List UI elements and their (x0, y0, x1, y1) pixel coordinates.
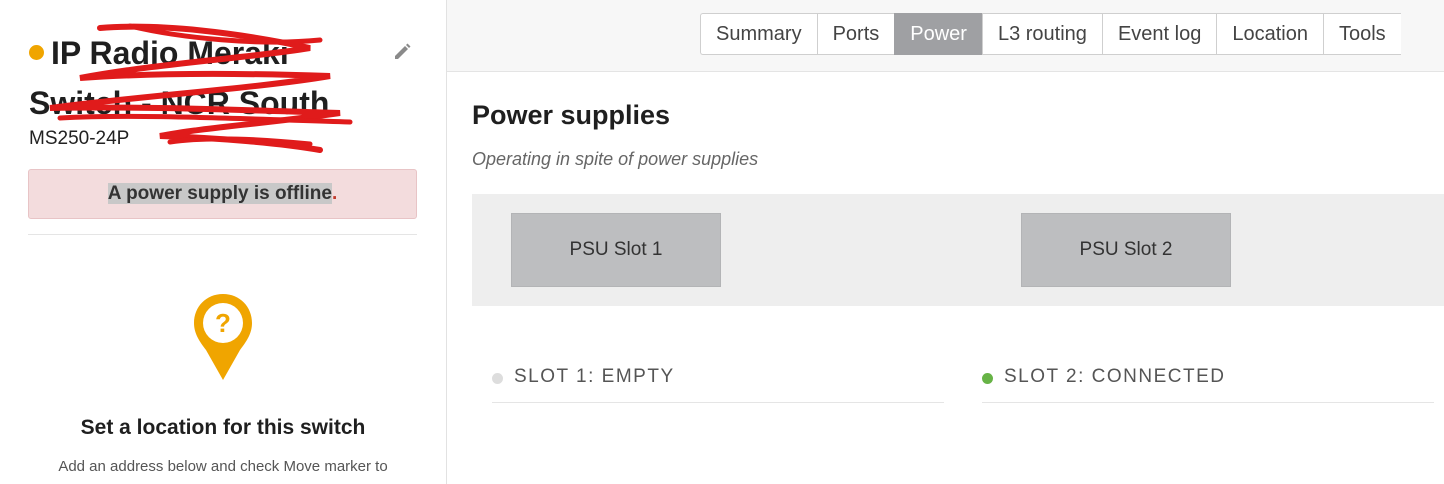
location-pin-icon: ? (194, 294, 252, 380)
device-model: MS250-24P (29, 128, 130, 149)
slot-1-dot (492, 373, 503, 384)
alert-message: A power supply is offline (107, 183, 332, 204)
tab-tools[interactable]: Tools (1322, 13, 1401, 55)
slot-2-label: SLOT 2: CONNECTED (1004, 366, 1226, 387)
psu-slot-2[interactable]: PSU Slot 2 (1021, 213, 1231, 287)
pencil-icon[interactable] (392, 42, 412, 62)
alert-text: A power supply is offline. (107, 183, 338, 205)
page-title: Power supplies (472, 100, 671, 130)
device-sidebar: IP Radio Meraki Switch - NCR South MS250… (0, 0, 447, 484)
psu-panel: PSU Slot 1 PSU Slot 2 (472, 194, 1444, 306)
tab-ports[interactable]: Ports (816, 13, 895, 55)
tab-l3-routing[interactable]: L3 routing (981, 13, 1102, 55)
slot-2-dot (982, 373, 993, 384)
alert-period: . (331, 183, 338, 204)
svg-text:?: ? (215, 308, 231, 338)
psu-slot-1[interactable]: PSU Slot 1 (511, 213, 721, 287)
page-subtitle: Operating in spite of power supplies (472, 149, 759, 169)
tab-event-log[interactable]: Event log (1101, 13, 1217, 55)
tab-location[interactable]: Location (1216, 13, 1323, 55)
tab-bar: Summary Ports Power L3 routing Event log… (700, 13, 1401, 55)
location-title: Set a location for this switch (80, 416, 366, 439)
tab-summary[interactable]: Summary (700, 13, 817, 55)
power-alert: A power supply is offline. (28, 169, 417, 219)
location-help-text: Add an address below and check Move mark… (58, 458, 388, 475)
divider (28, 234, 417, 235)
slot-1-label: SLOT 1: EMPTY (514, 366, 675, 387)
slot-2-status: SLOT 2: CONNECTED (982, 366, 1434, 403)
slot-1-status: SLOT 1: EMPTY (492, 366, 944, 403)
tab-power[interactable]: Power (894, 13, 982, 55)
